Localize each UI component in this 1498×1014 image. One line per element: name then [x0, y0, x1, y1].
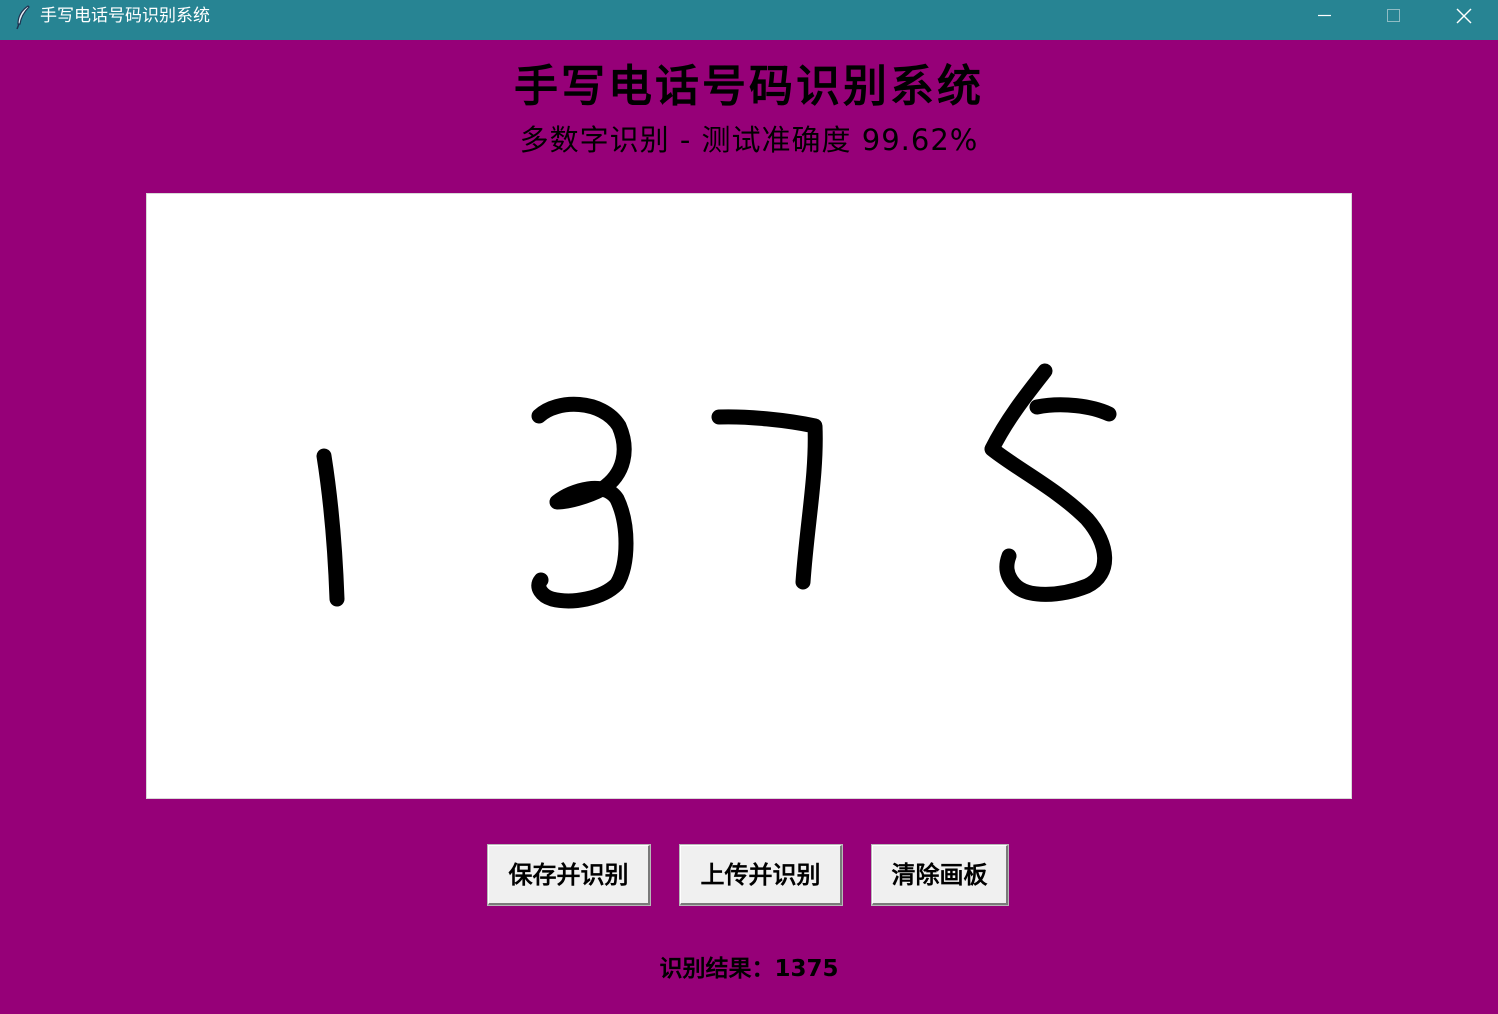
close-icon [1456, 8, 1472, 24]
handwriting-strokes [316, 363, 1117, 609]
result-value: 1375 [774, 956, 839, 982]
clear-canvas-button[interactable]: 清除画板 [872, 845, 1008, 905]
page-subtitle: 多数字识别 - 测试准确度 99.62% [519, 123, 979, 157]
stroke-digit-3 [531, 396, 634, 609]
minimize-button[interactable] [1290, 0, 1358, 32]
stroke-digit-1 [316, 448, 345, 607]
close-button[interactable] [1430, 0, 1498, 32]
save-and-recognize-button[interactable]: 保存并识别 [488, 845, 650, 905]
window-title: 手写电话号码识别系统 [40, 6, 210, 26]
stroke-digit-5-top [1029, 397, 1117, 422]
app-window: 手写电话号码识别系统 手写电话号码识别系统 多数字识别 - 测试准确度 99.6… [0, 0, 1498, 1014]
minimize-icon [1318, 14, 1331, 17]
feather-icon [14, 4, 32, 30]
page-title: 手写电话号码识别系统 [514, 61, 984, 112]
maximize-button[interactable] [1360, 0, 1428, 32]
upload-and-recognize-button[interactable]: 上传并识别 [680, 845, 842, 905]
drawing-canvas[interactable] [146, 193, 1352, 799]
recognition-result: 识别结果：1375 [0, 952, 1498, 986]
title-bar[interactable]: 手写电话号码识别系统 [0, 0, 1498, 40]
stroke-digit-7 [711, 409, 823, 590]
result-label: 识别结果： [659, 956, 775, 982]
maximize-icon [1387, 9, 1400, 22]
